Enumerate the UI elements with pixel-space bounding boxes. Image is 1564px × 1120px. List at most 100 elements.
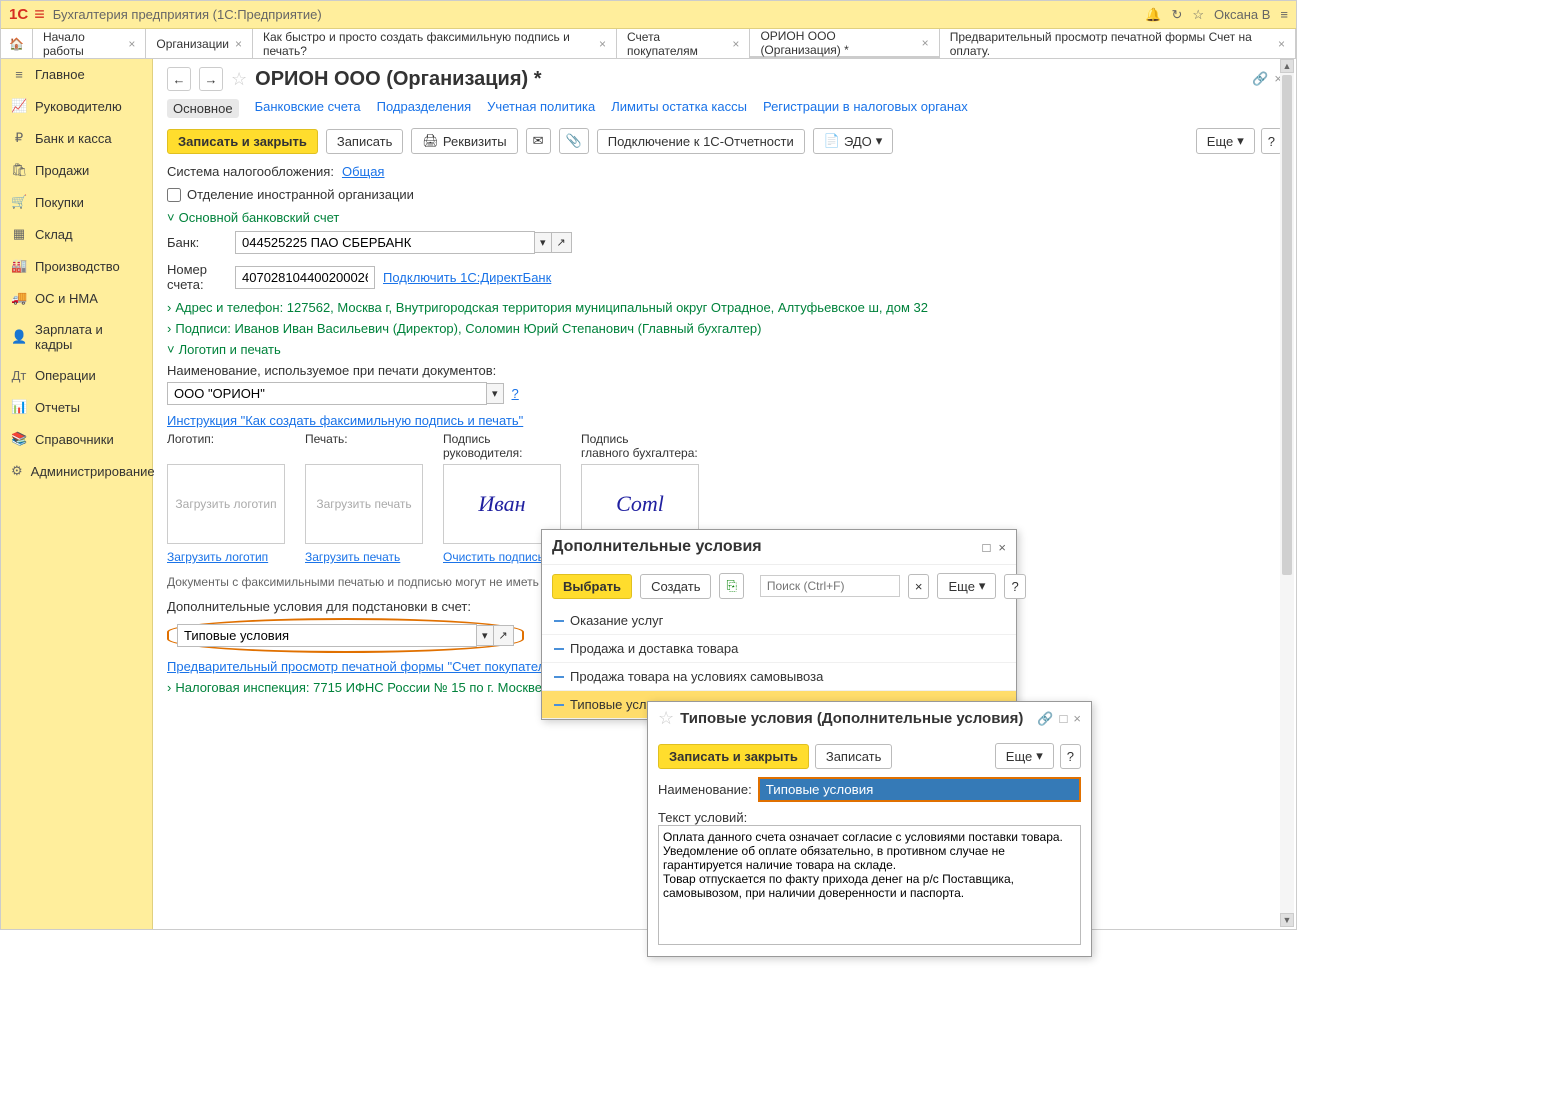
favorite-icon[interactable]: ☆ bbox=[658, 708, 674, 729]
close-icon[interactable]: × bbox=[1278, 37, 1285, 51]
foreign-branch-checkbox[interactable] bbox=[167, 188, 181, 202]
tab-orgs[interactable]: Организации× bbox=[146, 29, 253, 58]
bank-input[interactable] bbox=[235, 231, 535, 254]
subtab-main[interactable]: Основное bbox=[167, 99, 239, 118]
help-link[interactable]: ? bbox=[512, 386, 519, 401]
close-icon[interactable]: × bbox=[235, 37, 242, 51]
tab-preview[interactable]: Предварительный просмотр печатной формы … bbox=[940, 29, 1296, 58]
tab-faq[interactable]: Как быстро и просто создать факсимильную… bbox=[253, 29, 617, 58]
tab-home[interactable]: 🏠 bbox=[1, 29, 33, 58]
sidebar-item-assets[interactable]: 🚚ОС и НМА bbox=[1, 282, 152, 314]
address-collapse[interactable]: ›Адрес и телефон: 127562, Москва г, Внут… bbox=[167, 300, 1282, 315]
attach-button[interactable]: 📎 bbox=[559, 128, 589, 154]
help-button[interactable]: ? bbox=[1261, 128, 1282, 154]
favorite-icon[interactable]: ☆ bbox=[231, 69, 247, 90]
scroll-down-icon[interactable]: ▼ bbox=[1280, 913, 1294, 927]
sidebar-item-stock[interactable]: ▦Склад bbox=[1, 218, 152, 250]
save-close-button[interactable]: Записать и закрыть bbox=[167, 129, 318, 154]
select-button[interactable]: Выбрать bbox=[552, 574, 632, 599]
sidebar-item-salary[interactable]: 👤Зарплата и кадры bbox=[1, 314, 152, 360]
open-icon[interactable]: ↗ bbox=[494, 625, 514, 646]
close-icon[interactable]: × bbox=[599, 37, 606, 51]
star-icon[interactable]: ☆ bbox=[1192, 7, 1204, 23]
clear-director-sig-link[interactable]: Очистить подпись bbox=[443, 550, 544, 564]
logo-collapse[interactable]: ˅Логотип и печать bbox=[167, 342, 1282, 357]
close-icon[interactable]: × bbox=[732, 37, 739, 51]
history-icon[interactable]: ↻ bbox=[1171, 7, 1182, 23]
sidebar-item-purchases[interactable]: 🛒Покупки bbox=[1, 186, 152, 218]
list-item[interactable]: Оказание услуг bbox=[542, 607, 1016, 635]
logo-placeholder[interactable]: Загрузить логотип bbox=[167, 464, 285, 544]
print-name-input[interactable] bbox=[167, 382, 487, 405]
save-close-button[interactable]: Записать и закрыть bbox=[658, 744, 809, 769]
preview-link[interactable]: Предварительный просмотр печатной формы … bbox=[167, 659, 560, 674]
sidebar-item-refs[interactable]: 📚Справочники bbox=[1, 423, 152, 455]
tab-start[interactable]: Начало работы× bbox=[33, 29, 146, 58]
tab-orion[interactable]: ОРИОН ООО (Организация) *× bbox=[750, 29, 939, 58]
user-name[interactable]: Оксана В bbox=[1214, 7, 1270, 22]
stamp-placeholder[interactable]: Загрузить печать bbox=[305, 464, 423, 544]
mail-button[interactable]: ✉ bbox=[526, 128, 551, 154]
scrollbar[interactable]: ▲ ▼ bbox=[1280, 59, 1294, 927]
maximize-icon[interactable]: □ bbox=[1060, 711, 1068, 726]
user-menu-icon[interactable]: ≡ bbox=[1280, 7, 1288, 22]
link-icon[interactable]: 🔗 bbox=[1252, 71, 1268, 87]
close-icon[interactable]: × bbox=[128, 37, 135, 51]
sidebar-item-production[interactable]: 🏭Производство bbox=[1, 250, 152, 282]
subtab-bank[interactable]: Банковские счета bbox=[255, 99, 361, 118]
menu-icon[interactable]: ≡ bbox=[34, 4, 45, 25]
upload-logo-link[interactable]: Загрузить логотип bbox=[167, 550, 268, 564]
clear-search-button[interactable]: × bbox=[908, 574, 930, 599]
extra-cond-input[interactable] bbox=[177, 624, 477, 647]
main-account-collapse[interactable]: ˅Основной банковский счет bbox=[167, 210, 1282, 225]
close-icon[interactable]: × bbox=[998, 540, 1006, 555]
subtab-limits[interactable]: Лимиты остатка кассы bbox=[611, 99, 747, 118]
tab-invoices[interactable]: Счета покупателям× bbox=[617, 29, 750, 58]
dropdown-icon[interactable]: ▾ bbox=[535, 232, 552, 253]
close-icon[interactable]: × bbox=[922, 36, 929, 50]
more-button[interactable]: Еще ▾ bbox=[1196, 128, 1255, 154]
name-input[interactable] bbox=[758, 777, 1081, 802]
bell-icon[interactable]: 🔔 bbox=[1145, 7, 1161, 23]
popup2-more-button[interactable]: Еще ▾ bbox=[995, 743, 1054, 769]
conditions-textarea[interactable]: Оплата данного счета означает согласие с… bbox=[658, 825, 1081, 945]
instruction-link[interactable]: Инструкция "Как создать факсимильную под… bbox=[167, 413, 523, 428]
sidebar-item-reports[interactable]: 📊Отчеты bbox=[1, 391, 152, 423]
dropdown-icon[interactable]: ▾ bbox=[487, 383, 504, 404]
scroll-up-icon[interactable]: ▲ bbox=[1280, 59, 1294, 73]
subtab-policy[interactable]: Учетная политика bbox=[487, 99, 595, 118]
tax-system-link[interactable]: Общая bbox=[342, 164, 385, 179]
scrollbar-thumb[interactable] bbox=[1282, 75, 1292, 575]
direct-bank-link[interactable]: Подключить 1С:ДиректБанк bbox=[383, 270, 551, 285]
signatures-collapse[interactable]: ›Подписи: Иванов Иван Васильевич (Директ… bbox=[167, 321, 1282, 336]
open-icon[interactable]: ↗ bbox=[552, 232, 572, 253]
maximize-icon[interactable]: □ bbox=[983, 540, 991, 555]
create-button[interactable]: Создать bbox=[640, 574, 711, 599]
subtab-tax-reg[interactable]: Регистрации в налоговых органах bbox=[763, 99, 968, 118]
popup2-help-button[interactable]: ? bbox=[1060, 744, 1081, 769]
upload-stamp-link[interactable]: Загрузить печать bbox=[305, 550, 400, 564]
list-item[interactable]: Продажа товара на условиях самовывоза bbox=[542, 663, 1016, 691]
subtab-divisions[interactable]: Подразделения bbox=[377, 99, 472, 118]
popup-more-button[interactable]: Еще ▾ bbox=[937, 573, 996, 599]
save-button[interactable]: Записать bbox=[815, 744, 893, 769]
account-input[interactable] bbox=[235, 266, 375, 289]
sidebar-item-main[interactable]: ≡Главное bbox=[1, 59, 152, 90]
popup-help-button[interactable]: ? bbox=[1004, 574, 1025, 599]
forward-button[interactable]: → bbox=[199, 67, 223, 91]
requisites-button[interactable]: 🖨Реквизиты bbox=[411, 128, 517, 154]
dropdown-icon[interactable]: ▾ bbox=[477, 625, 494, 646]
list-item[interactable]: Продажа и доставка товара bbox=[542, 635, 1016, 663]
back-button[interactable]: ← bbox=[167, 67, 191, 91]
sidebar-item-admin[interactable]: ⚙Администрирование bbox=[1, 455, 152, 487]
close-icon[interactable]: × bbox=[1073, 711, 1081, 726]
link-icon[interactable]: 🔗 bbox=[1037, 711, 1053, 727]
search-input[interactable] bbox=[760, 575, 900, 597]
sidebar-item-manager[interactable]: 📈Руководителю bbox=[1, 90, 152, 122]
connect-1c-button[interactable]: Подключение к 1С-Отчетности bbox=[597, 129, 805, 154]
sidebar-item-bank[interactable]: ₽Банк и касса bbox=[1, 122, 152, 154]
save-button[interactable]: Записать bbox=[326, 129, 404, 154]
edo-button[interactable]: 📄ЭДО ▾ bbox=[813, 128, 894, 154]
sidebar-item-operations[interactable]: ДтОперации bbox=[1, 360, 152, 391]
copy-button[interactable]: ⎘ bbox=[719, 573, 743, 599]
